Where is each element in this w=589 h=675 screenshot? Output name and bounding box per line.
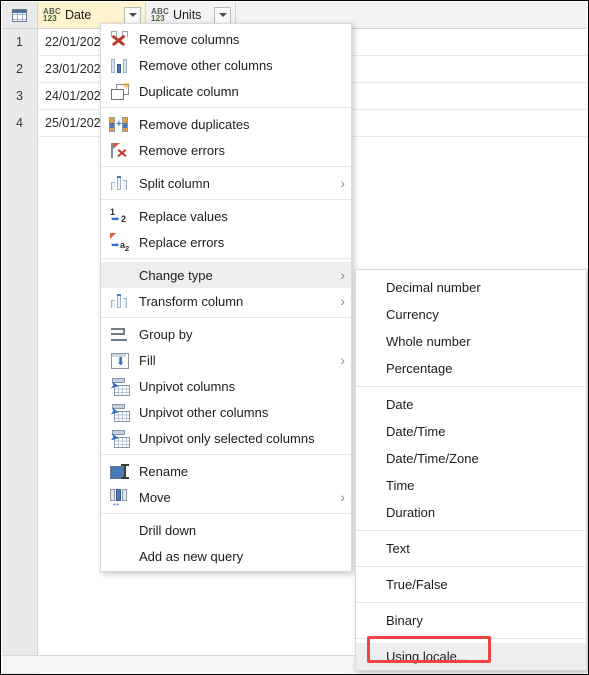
menu-separator (356, 530, 586, 531)
chevron-right-icon: › (340, 175, 345, 191)
menu-item-remove-duplicates[interactable]: + Remove duplicates (101, 111, 351, 137)
abc123-icon: ABC 123 (151, 6, 169, 23)
menu-separator (356, 566, 586, 567)
power-query-preview-window: ABC 123 Date ABC 123 Units 1 22/01/202 2… (0, 0, 589, 675)
menu-item-rename[interactable]: Rename (101, 458, 351, 484)
chevron-down-icon (128, 13, 137, 17)
unpivot-other-columns-icon: ➤ (109, 403, 131, 422)
menu-separator (101, 317, 351, 318)
menu-item-change-type[interactable]: Change type › (101, 262, 351, 288)
submenu-item-duration[interactable]: Duration (356, 499, 586, 526)
submenu-item-time[interactable]: Time (356, 472, 586, 499)
group-by-icon (109, 325, 131, 343)
menu-item-remove-other-columns[interactable]: Remove other columns (101, 52, 351, 78)
transform-column-icon (109, 292, 131, 310)
row-number: 1 (2, 29, 38, 55)
row-number-gutter (2, 137, 38, 674)
submenu-item-text[interactable]: Text (356, 535, 586, 562)
menu-item-fill[interactable]: ⬇ Fill › (101, 347, 351, 373)
remove-other-columns-icon (109, 56, 131, 74)
rename-icon (109, 462, 131, 480)
submenu-item-currency[interactable]: Currency (356, 301, 586, 328)
chevron-down-icon (218, 13, 227, 17)
menu-item-drill-down[interactable]: Drill down (101, 517, 351, 543)
menu-item-add-as-new-query[interactable]: Add as new query (101, 543, 351, 569)
select-all-corner-button[interactable] (2, 2, 38, 28)
menu-separator (356, 638, 586, 639)
menu-item-duplicate-column[interactable]: ✳ Duplicate column (101, 78, 351, 104)
submenu-item-true-false[interactable]: True/False (356, 571, 586, 598)
table-select-all-icon (12, 8, 27, 22)
row-number: 4 (2, 110, 38, 136)
menu-item-unpivot-columns[interactable]: ➤ Unpivot columns (101, 373, 351, 399)
row-number: 2 (2, 56, 38, 82)
submenu-item-percentage[interactable]: Percentage (356, 355, 586, 382)
column-filter-button-date[interactable] (124, 6, 141, 24)
menu-item-replace-errors[interactable]: ➥ a2 Replace errors (101, 229, 351, 255)
menu-separator (101, 258, 351, 259)
no-icon (109, 521, 131, 539)
submenu-item-date-time[interactable]: Date/Time (356, 418, 586, 445)
menu-item-unpivot-only-selected-columns[interactable]: ➤ Unpivot only selected columns (101, 425, 351, 451)
column-filter-button-units[interactable] (214, 6, 231, 24)
submenu-item-date-time-zone[interactable]: Date/Time/Zone (356, 445, 586, 472)
move-icon: ↔ (109, 488, 131, 509)
no-icon (109, 547, 131, 565)
replace-values-icon: 1 ➥ 2 (110, 207, 127, 225)
remove-errors-icon (109, 141, 131, 159)
row-number: 3 (2, 83, 38, 109)
menu-separator (101, 107, 351, 108)
menu-item-move[interactable]: ↔ Move › (101, 484, 351, 510)
remove-columns-icon (109, 30, 131, 48)
submenu-item-date[interactable]: Date (356, 391, 586, 418)
remove-duplicates-icon: + (109, 115, 131, 133)
chevron-right-icon: › (340, 352, 345, 368)
fill-icon: ⬇ (109, 351, 131, 369)
menu-separator (356, 602, 586, 603)
unpivot-selected-columns-icon: ➤ (109, 429, 131, 448)
unpivot-columns-icon: ➤ (109, 377, 131, 396)
menu-separator (101, 199, 351, 200)
column-context-menu[interactable]: Remove columns Remove other columns ✳ Du… (100, 23, 352, 572)
no-icon (109, 266, 131, 284)
menu-item-group-by[interactable]: Group by (101, 321, 351, 347)
submenu-item-decimal-number[interactable]: Decimal number (356, 274, 586, 301)
submenu-item-whole-number[interactable]: Whole number (356, 328, 586, 355)
chevron-right-icon: › (340, 267, 345, 283)
menu-separator (101, 513, 351, 514)
menu-separator (101, 166, 351, 167)
split-column-icon (109, 174, 131, 192)
replace-errors-icon: ➥ a2 (109, 233, 131, 253)
chevron-right-icon: › (340, 293, 345, 309)
chevron-right-icon: › (340, 489, 345, 505)
menu-separator (101, 454, 351, 455)
menu-item-transform-column[interactable]: Transform column › (101, 288, 351, 314)
submenu-item-binary[interactable]: Binary (356, 607, 586, 634)
change-type-submenu[interactable]: Decimal number Currency Whole number Per… (355, 269, 587, 671)
column-name-label: Date (64, 8, 92, 22)
menu-separator (356, 386, 586, 387)
menu-item-remove-columns[interactable]: Remove columns (101, 26, 351, 52)
submenu-item-using-locale[interactable]: Using locale... (356, 643, 586, 670)
menu-item-replace-values[interactable]: 1 ➥ 2 Replace values (101, 203, 351, 229)
menu-item-unpivot-other-columns[interactable]: ➤ Unpivot other columns (101, 399, 351, 425)
column-name-label: Units (172, 8, 202, 22)
menu-item-remove-errors[interactable]: Remove errors (101, 137, 351, 163)
menu-item-split-column[interactable]: Split column › (101, 170, 351, 196)
abc123-icon: ABC 123 (43, 6, 61, 23)
duplicate-column-icon: ✳ (109, 82, 131, 100)
